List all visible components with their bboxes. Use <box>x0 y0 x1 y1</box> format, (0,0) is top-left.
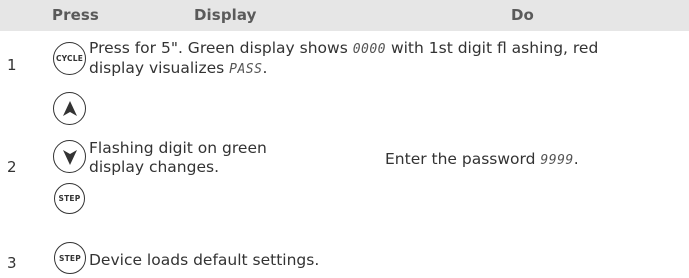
table-header: Press Display Do <box>0 0 689 31</box>
up-button[interactable] <box>53 92 86 125</box>
column-header-do: Do <box>511 6 534 24</box>
cycle-button-label: CYCLE <box>55 54 84 63</box>
row-number: 3 <box>7 254 17 272</box>
segment-code: 9999 <box>540 153 574 168</box>
do-text: Enter the password 9999. <box>385 150 579 170</box>
segment-code: 0000 <box>352 42 387 57</box>
display-text-part: Device loads default settings. <box>89 251 320 269</box>
down-button[interactable] <box>53 140 86 173</box>
display-text: Press for 5". Green display shows 0000 w… <box>89 39 598 79</box>
row-number: 1 <box>7 56 17 74</box>
display-text-part: display visualizes <box>89 59 230 77</box>
step-button-label: STEP <box>59 253 81 263</box>
step-button-label: STEP <box>58 194 81 203</box>
display-text: Device loads default settings. <box>89 251 319 270</box>
cycle-button[interactable]: CYCLE <box>53 42 86 75</box>
do-text-part: Enter the password <box>385 150 541 168</box>
do-text-part: . <box>573 150 579 168</box>
column-header-press: Press <box>52 6 99 24</box>
segment-code: PASS <box>229 62 263 77</box>
display-text: Flashing digit on green display changes. <box>89 139 267 177</box>
arrow-down-icon <box>60 147 80 167</box>
display-text-part: . <box>262 59 268 77</box>
arrow-up-icon <box>60 99 80 119</box>
display-text-part: Flashing digit on green <box>89 139 267 157</box>
display-text-part: with 1st digit fl ashing, red <box>386 39 599 57</box>
step-button[interactable]: STEP <box>54 242 86 274</box>
row-number: 2 <box>7 158 17 176</box>
step-button[interactable]: STEP <box>54 183 85 214</box>
display-text-part: display changes. <box>89 158 220 176</box>
column-header-display: Display <box>194 6 257 24</box>
display-text-part: Press for 5". Green display shows <box>89 39 353 57</box>
